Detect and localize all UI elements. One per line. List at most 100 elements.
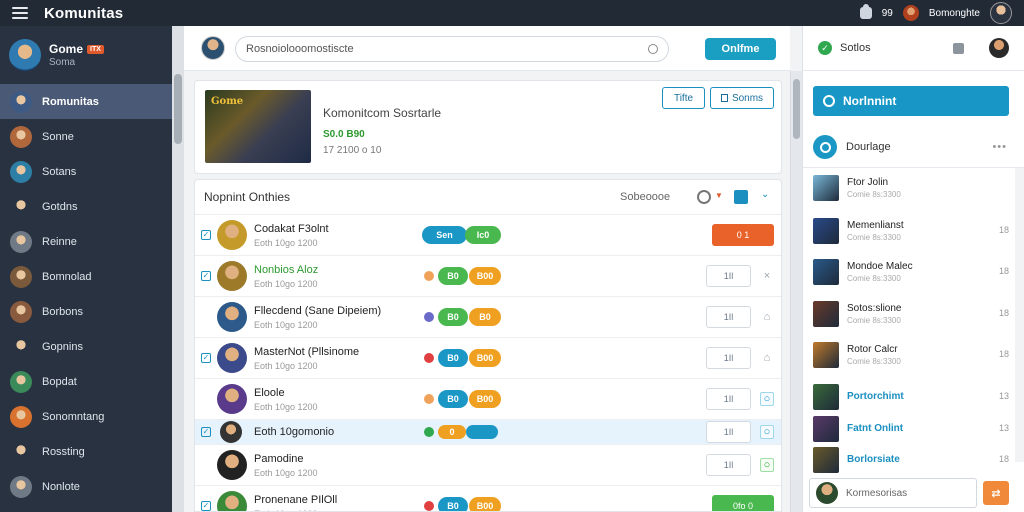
table-row[interactable]: ✓ Eoth 10gomonio 0 1Il ○ [195, 420, 781, 445]
tag-pill[interactable]: B0 [438, 308, 468, 326]
table-row[interactable]: Pamodine Eoth 10go 1200 1Il ○ [195, 445, 781, 486]
status-dot-icon [424, 312, 434, 322]
username[interactable]: Bomonghte [929, 8, 980, 19]
row-action-button[interactable]: 1Il [706, 421, 751, 443]
sidebar-item-label: Gopnins [42, 340, 83, 353]
online-button[interactable]: Onlfme [705, 38, 776, 60]
sidebar-item[interactable]: Bomnolad [0, 259, 172, 294]
search-icon[interactable] [648, 44, 658, 54]
primary-cta-button[interactable]: Norlnnint [813, 86, 1009, 116]
tag-pill[interactable]: B0 [438, 497, 468, 511]
tag-pill[interactable]: B0 [469, 308, 501, 326]
chevron-down-icon[interactable]: ⌄ [761, 189, 775, 203]
sidebar-item[interactable]: Gotdns [0, 189, 172, 224]
row-action-button[interactable]: 1Il [706, 454, 751, 476]
right-list-item[interactable]: Mondoe Malec Comie 8s:3300 18 [803, 252, 1024, 292]
row-name[interactable]: Codakat F3olnt [254, 223, 329, 235]
right-list-item[interactable]: Sotos:slione Comie 8s:3300 18 [803, 294, 1024, 334]
notification-count[interactable]: 99 [882, 8, 893, 19]
tag-pill[interactable]: Sen [422, 226, 467, 244]
right-avatar[interactable] [989, 38, 1009, 58]
featured-game-image[interactable]: Gome [205, 90, 311, 163]
sidebar-item[interactable]: Romunitas [0, 84, 172, 119]
tag-pill[interactable]: B00 [469, 390, 501, 408]
top-bar: Komunitas 99 Bomonghte [0, 0, 1024, 26]
item-sub: Comie 8s:3300 [847, 357, 901, 366]
row-checkbox[interactable]: ✓ [201, 353, 211, 363]
sidebar-scrollbar[interactable] [172, 26, 184, 512]
sidebar-item[interactable]: Gopnins [0, 329, 172, 364]
table-row[interactable]: Fllecdend (Sane Dipeiem) Eoth 10go 1200 B0… [195, 297, 781, 338]
right-list-item[interactable]: Borlorsiate 18 [803, 440, 1024, 480]
row-extra-icon[interactable]: ○ [760, 458, 774, 472]
sidebar-item[interactable]: Sotans [0, 154, 172, 189]
sonms-button[interactable]: Sonms [710, 87, 774, 109]
comment-input[interactable]: Kormesorisas [809, 478, 977, 508]
row-checkbox[interactable]: ✓ [201, 427, 211, 437]
right-list-item[interactable]: Memenlianst Comie 8s:3300 18 [803, 211, 1024, 251]
row-extra-icon[interactable]: × [760, 269, 774, 283]
row-name[interactable]: Pronenane PIlOll [254, 494, 337, 506]
filter-icon[interactable] [697, 190, 711, 204]
grid-view-icon[interactable] [734, 190, 748, 204]
sidebar-item[interactable]: Rossting [0, 434, 172, 469]
row-name[interactable]: Nonbios Aloz [254, 264, 318, 276]
row-extra-icon[interactable]: ○ [760, 392, 774, 406]
row-action-button[interactable]: 0 1 [712, 224, 774, 246]
row-checkbox[interactable]: ✓ [201, 230, 211, 240]
table-row[interactable]: ✓ MasterNot (Pllsinome Eoth 10go 1200 B0 B00… [195, 338, 781, 379]
tag-pill[interactable]: B00 [469, 497, 501, 511]
sidebar-item[interactable]: Nonlote [0, 469, 172, 504]
sidebar-item[interactable]: Reinne [0, 224, 172, 259]
right-list-item[interactable]: Ftor Jolin Comie 8s:3300 [803, 168, 1024, 208]
user-avatar[interactable] [990, 2, 1012, 24]
more-icon[interactable]: ••• [992, 141, 1007, 153]
row-extra-icon[interactable]: ⌂ [760, 351, 774, 365]
download-row[interactable]: Dourlage ••• [803, 126, 1024, 168]
profile-avatar-small[interactable] [902, 5, 919, 21]
table-row[interactable]: ✓ Nonbios Aloz Eoth 10go 1200 B0 B00 1Il × [195, 256, 781, 297]
main-scrollbar[interactable] [790, 71, 802, 512]
row-name[interactable]: Fllecdend (Sane Dipeiem) [254, 305, 381, 317]
title-button[interactable]: Tifte [662, 87, 705, 109]
tag-pill[interactable]: B0 [438, 349, 468, 367]
tag-pill[interactable]: 0 [438, 425, 466, 439]
tag-pill[interactable]: B00 [469, 349, 501, 367]
row-checkbox[interactable]: ✓ [201, 501, 211, 511]
row-extra-icon[interactable]: ⌂ [760, 310, 774, 324]
table-row[interactable]: Eloole Eoth 10go 1200 B0 B00 1Il ○ [195, 379, 781, 420]
tag-pill[interactable]: Ic0 [465, 226, 501, 244]
send-button[interactable]: ⇄ [983, 481, 1009, 505]
row-checkbox[interactable]: ✓ [201, 271, 211, 281]
table-row[interactable]: ✓ Codakat F3olnt Eoth 10go 1200 Sen Ic0 0 1 [195, 215, 781, 256]
row-name[interactable]: Pamodine [254, 453, 304, 465]
row-action-button[interactable]: 1Il [706, 388, 751, 410]
tag-pill[interactable]: B0 [438, 267, 468, 285]
caret-down-icon[interactable]: ▼ [715, 191, 729, 205]
right-scrollbar[interactable] [1015, 168, 1024, 462]
right-list-item[interactable]: Rotor Calcr Comie 8s:3300 18 [803, 335, 1024, 375]
puzzle-icon[interactable] [953, 42, 964, 54]
row-name[interactable]: Eoth 10gomonio [254, 426, 334, 438]
row-name[interactable]: Eloole [254, 387, 285, 399]
sidebar-item[interactable]: Borbons [0, 294, 172, 329]
header-avatar[interactable] [201, 36, 225, 60]
search-input[interactable]: Rosnoiolooomostiscte [235, 36, 669, 62]
row-extra-icon[interactable]: ○ [760, 425, 774, 439]
extensions-icon[interactable] [859, 4, 872, 19]
row-action-button[interactable]: 0fo 0 [712, 495, 774, 511]
row-name[interactable]: MasterNot (Pllsinome [254, 346, 359, 358]
sidebar-item[interactable]: Sonne [0, 119, 172, 154]
row-action-button[interactable]: 1Il [706, 265, 751, 287]
tag-pill[interactable]: B0 [438, 390, 468, 408]
sidebar-profile[interactable]: Gome ITX Soma [0, 26, 172, 84]
table-row[interactable]: ✓Pronenane PIlOllEoth 10go 1200B0B000fo … [195, 486, 781, 511]
sidebar-item[interactable]: Sonomntang [0, 399, 172, 434]
sidebar-item[interactable]: Bopdat [0, 364, 172, 399]
hamburger-menu-icon[interactable] [12, 7, 28, 19]
row-action-button[interactable]: 1Il [706, 306, 751, 328]
row-action-button[interactable]: 1Il [706, 347, 751, 369]
sort-selector[interactable]: Sobeoooe [620, 191, 670, 203]
tag-pill[interactable]: B00 [469, 267, 501, 285]
tag-pill[interactable] [466, 425, 498, 439]
